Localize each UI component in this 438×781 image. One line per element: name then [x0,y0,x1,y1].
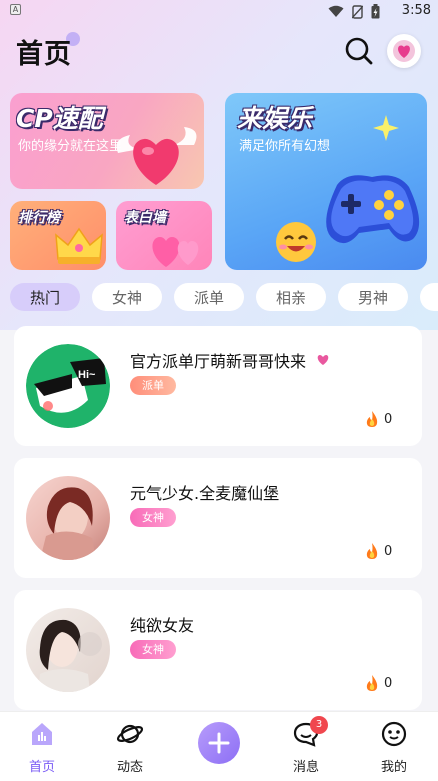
entertainment-title: 来娱乐 [237,104,313,133]
search-icon [345,37,373,65]
status-bar: A 3:58 [0,0,438,22]
nav-home-label: 首页 [28,760,55,775]
planet-icon [116,724,144,744]
room-tag: 女神 [130,640,176,659]
cp-match-card[interactable]: CP速配 你的缘分就在这里 [10,93,204,189]
wifi-icon [328,5,344,17]
room-avatar [26,608,110,692]
room-avatar: Hi~ [26,344,110,428]
heart-avatar-icon [393,40,415,62]
sparkle-icon [373,115,399,141]
hearts-icon [152,237,199,267]
app-notification-icon: A [10,4,21,15]
entertainment-card[interactable]: 来娱乐 满足你所有幻想 [225,93,427,270]
room-name: 官方派单厅萌新哥哥快来 [130,352,307,371]
search-button[interactable] [344,36,374,66]
create-button[interactable] [198,722,240,764]
room-heat: 0 [364,674,392,692]
entertainment-subtitle: 满足你所有幻想 [239,139,331,154]
room-name: 元气少女.全麦魔仙堡 [130,484,280,503]
cp-match-subtitle: 你的缘分就在这里 [18,139,123,154]
crown-icon [55,227,103,264]
winged-heart-icon [116,127,197,185]
tab-hot[interactable]: 热门 [10,283,80,311]
list-item[interactable]: 元气少女.全麦魔仙堡 女神 0 [14,458,422,578]
avatar-hi-text: Hi~ [78,369,96,381]
leaderboard-card[interactable]: 排行榜 [10,201,106,270]
nav-moments-label: 动态 [116,760,143,775]
gamepad-icon [326,175,420,244]
nav-home[interactable]: 首页 [12,720,72,775]
home-icon [32,723,52,745]
room-heat: 0 [364,542,392,560]
room-avatar [26,476,110,560]
fire-icon [366,543,378,559]
nav-moments[interactable]: 动态 [100,720,160,775]
tab-dispatch[interactable]: 派单 [174,283,244,311]
nav-messages[interactable]: 3 消息 [276,716,336,775]
tab-male-god[interactable]: 男神 [338,283,408,311]
confession-wall-card[interactable]: 表白墙 [116,201,212,270]
heart-icon [317,355,329,365]
tab-goddess[interactable]: 女神 [92,283,162,311]
page-title: 首页 [16,39,72,70]
plus-icon [208,732,230,754]
room-heat: 0 [364,410,392,428]
tab-blind-date[interactable]: 相亲 [256,283,326,311]
room-name: 纯欲女友 [130,616,195,635]
no-sim-icon [352,4,363,19]
bottom-nav: 首页 动态 3 消息 我的 [0,711,438,781]
fire-icon [366,675,378,691]
battery-icon [371,4,380,19]
category-tabs: 热门 女神 派单 相亲 男神 [10,283,438,311]
message-badge: 3 [310,716,328,734]
list-item[interactable]: Hi~ 官方派单厅萌新哥哥快来 派单 0 [14,326,422,446]
heat-count: 0 [384,675,393,691]
heat-count: 0 [384,543,393,559]
nav-messages-label: 消息 [292,760,319,775]
fire-icon [366,411,378,427]
list-item[interactable]: 纯欲女友 女神 0 [14,590,422,710]
user-avatar-button[interactable] [387,34,421,68]
cp-match-title: CP速配 [16,104,103,133]
emoji-face-icon [276,222,316,262]
status-time: 3:58 [401,3,431,18]
nav-profile[interactable]: 我的 [364,720,424,775]
nav-profile-label: 我的 [380,760,407,775]
heat-count: 0 [384,411,393,427]
tab-more[interactable] [420,283,438,311]
room-tag: 女神 [130,508,176,527]
profile-icon [381,721,407,747]
room-tag: 派单 [130,376,176,395]
leaderboard-title: 排行榜 [18,210,60,226]
confession-wall-title: 表白墙 [124,210,166,226]
